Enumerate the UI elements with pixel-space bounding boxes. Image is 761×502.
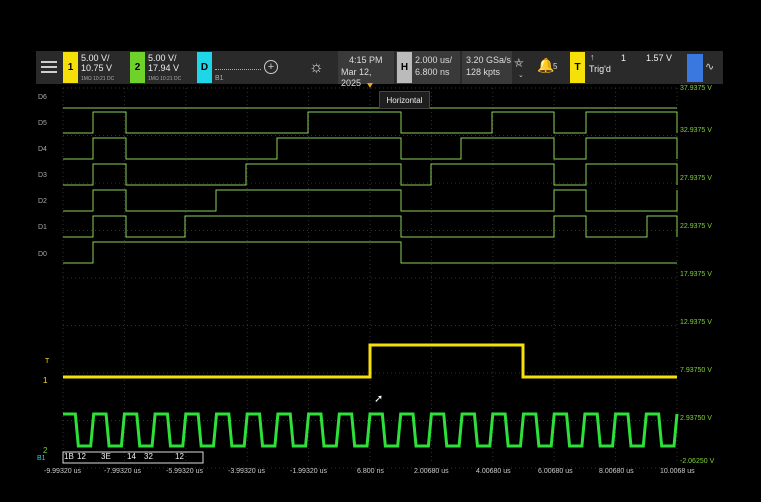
y-label: -2.06250 V	[680, 458, 715, 465]
digital-label-d3: D3	[38, 172, 47, 179]
digital-label-d0: D0	[38, 251, 47, 258]
y-label: 37.9375 V	[680, 85, 712, 92]
digital-label-d2: D2	[38, 198, 47, 205]
y-label: 17.9375 V	[680, 271, 712, 278]
waveform-display[interactable]	[0, 0, 761, 502]
channel2-marker[interactable]: 2	[43, 446, 47, 455]
channel2-trace	[63, 412, 679, 448]
x-label: 10.0068 us	[660, 468, 695, 475]
bus-value: 12	[77, 452, 86, 461]
digital-label-d5: D5	[38, 120, 47, 127]
horizontal-tooltip: Horizontal	[379, 91, 430, 109]
bus-value: 1B	[64, 452, 74, 461]
x-label: 2.00680 us	[414, 468, 449, 475]
y-label: 12.9375 V	[680, 319, 712, 326]
channel1-marker[interactable]: 1	[43, 376, 47, 385]
x-label: -5.99320 us	[166, 468, 203, 475]
digital-trace	[63, 215, 678, 238]
x-label: 6.800 ns	[357, 468, 384, 475]
digital-trace	[63, 163, 678, 186]
y-label: 7.93750 V	[680, 367, 712, 374]
trigger-marker[interactable]: T	[45, 358, 49, 365]
trigger-position-marker	[367, 83, 373, 88]
x-label: 6.00680 us	[538, 468, 573, 475]
x-label: -1.99320 us	[290, 468, 327, 475]
digital-label-d6: D6	[38, 94, 47, 101]
x-label: 4.00680 us	[476, 468, 511, 475]
x-label: -7.99320 us	[104, 468, 141, 475]
y-label: 22.9375 V	[680, 223, 712, 230]
y-label: 2.93750 V	[680, 415, 712, 422]
x-label: -3.99320 us	[228, 468, 265, 475]
y-label: 27.9375 V	[680, 175, 712, 182]
x-label: -9.99320 us	[44, 468, 81, 475]
channel1-trace	[63, 343, 677, 379]
bus-marker[interactable]: B1	[37, 455, 46, 462]
x-label: 8.00680 us	[599, 468, 634, 475]
bus-value: 12	[175, 452, 184, 461]
y-label: 32.9375 V	[680, 127, 712, 134]
bus-value: 3E	[101, 452, 111, 461]
digital-trace	[63, 111, 678, 134]
digital-label-d4: D4	[38, 146, 47, 153]
bus-value: 32	[144, 452, 153, 461]
mouse-cursor-icon: ➚	[374, 393, 384, 405]
digital-label-d1: D1	[38, 224, 47, 231]
bus-value: 14	[127, 452, 136, 461]
